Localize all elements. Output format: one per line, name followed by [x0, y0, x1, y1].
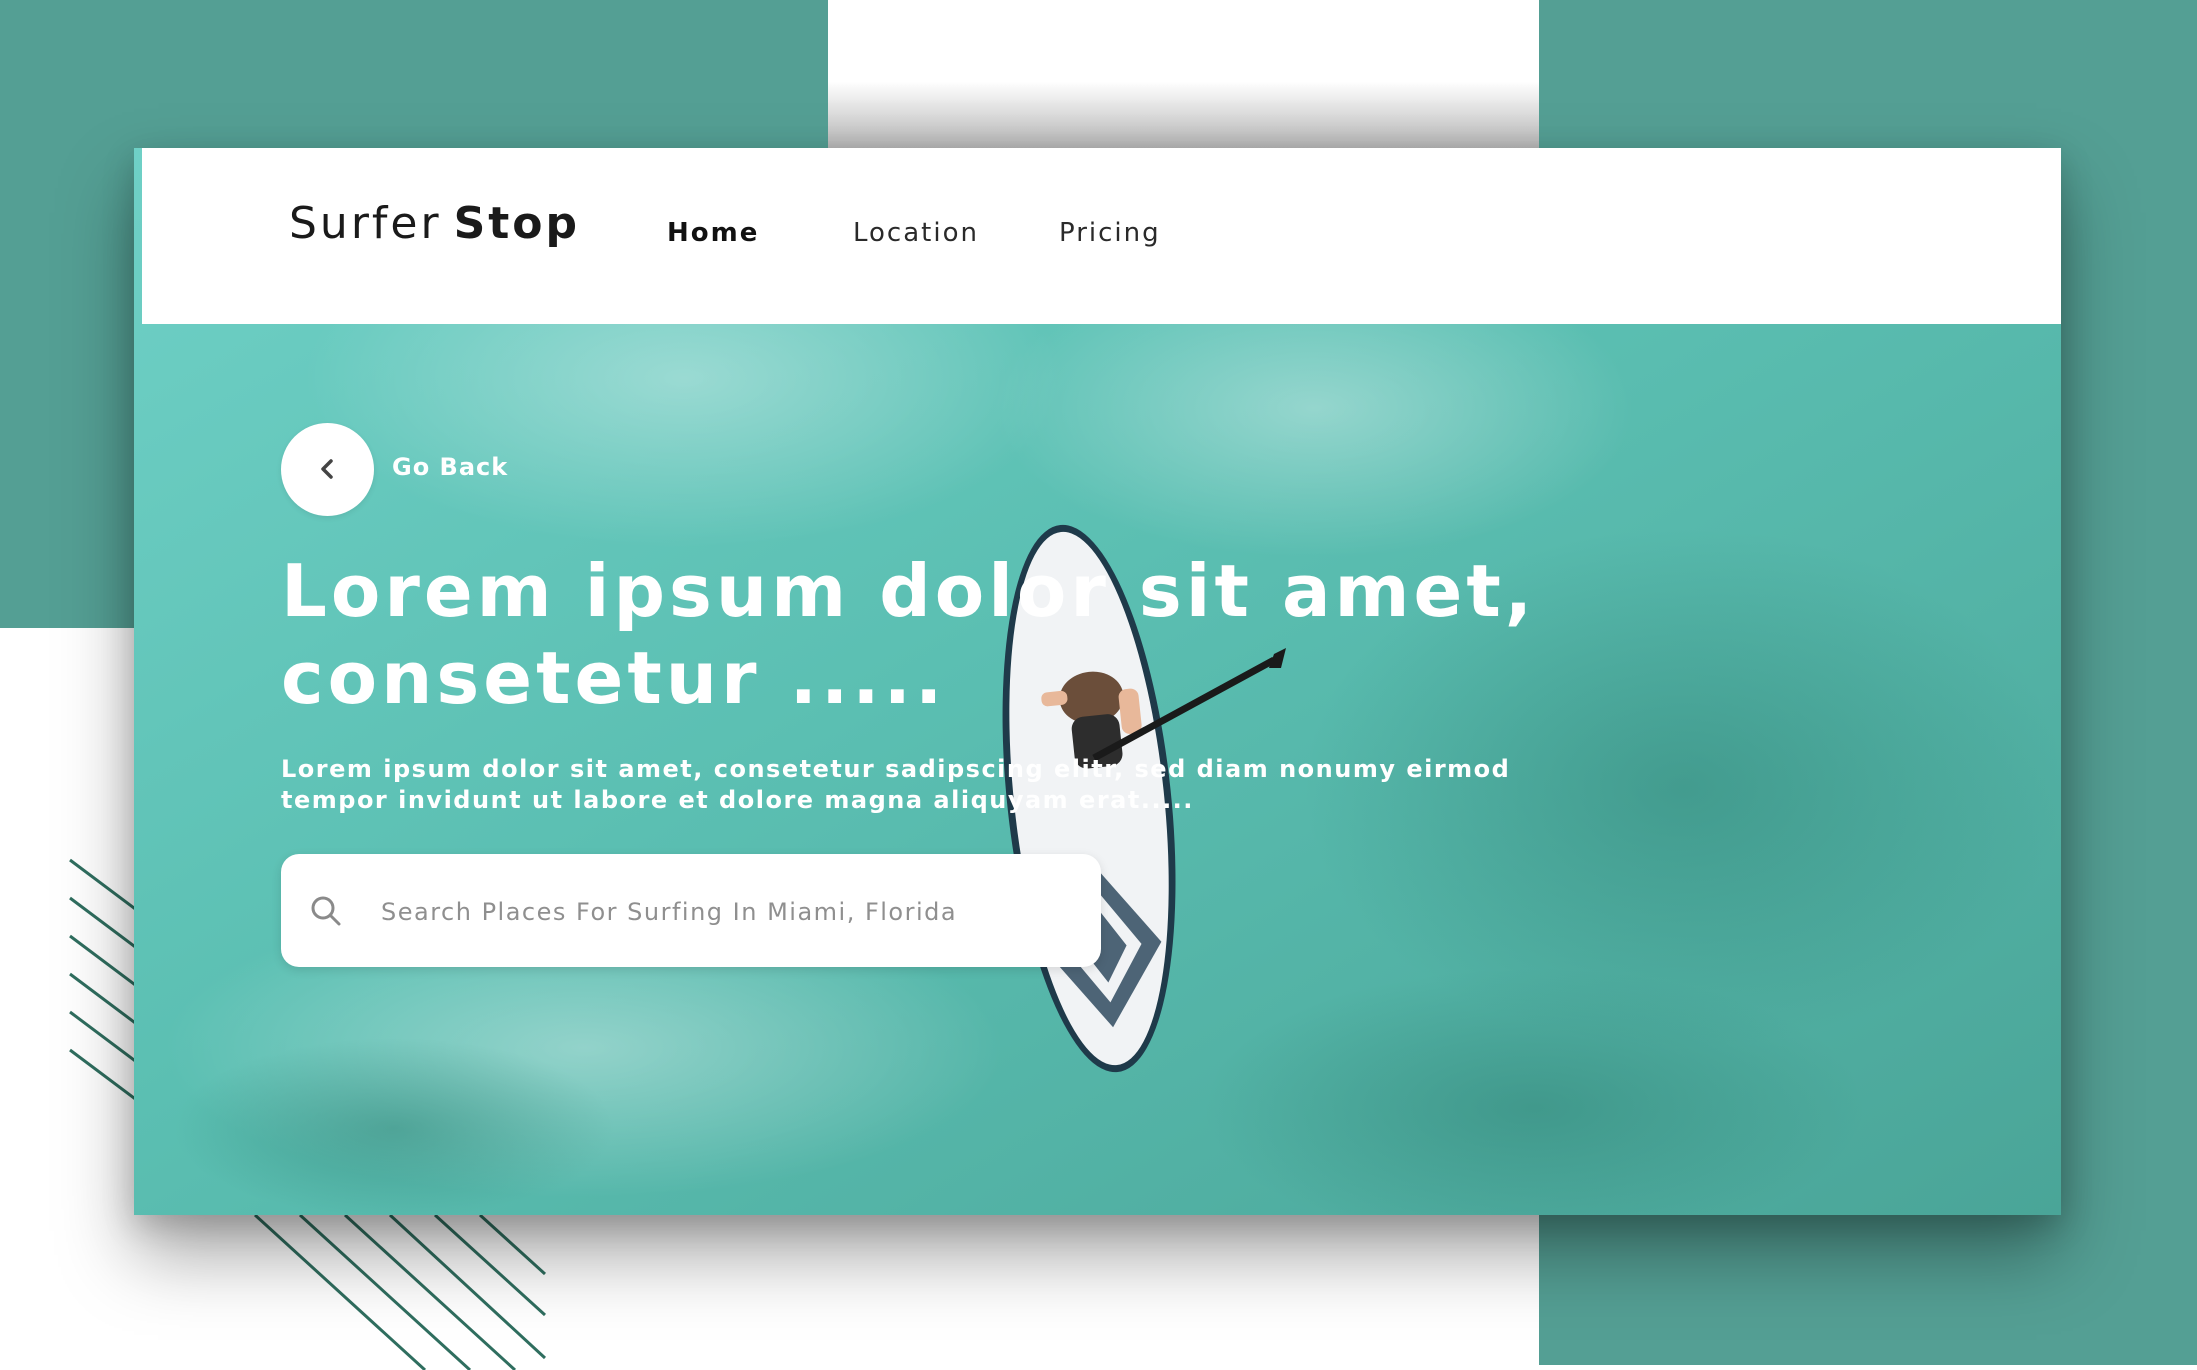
brand-name-light: Surfer	[289, 198, 442, 249]
nav-link-pricing[interactable]: Pricing	[1059, 218, 1161, 248]
backdrop-white-top	[828, 0, 1539, 148]
site-header: Surfer Stop Home Location Pricing	[142, 148, 2061, 324]
search-icon	[311, 896, 341, 926]
search-box[interactable]	[281, 854, 1101, 967]
search-input[interactable]	[379, 889, 1073, 935]
chevron-left-icon	[321, 459, 333, 479]
nav-link-home[interactable]: Home	[667, 218, 759, 248]
nav-link-location[interactable]: Location	[853, 218, 979, 248]
go-back-label[interactable]: Go Back	[392, 453, 508, 481]
website-mockup: Surfer Stop Home Location Pricing Go Back…	[134, 148, 2061, 1215]
decorative-stripes-bottom	[253, 1213, 547, 1370]
brand-name-bold: Stop	[453, 198, 581, 249]
hero-subtitle: Lorem ipsum dolor sit amet, consetetur s…	[281, 755, 1511, 814]
brand-logo[interactable]: Surfer Stop	[289, 198, 580, 249]
hero-title: Lorem ipsum dolor sit amet, consetetur .…	[281, 549, 1537, 720]
go-back-button[interactable]	[281, 423, 374, 516]
